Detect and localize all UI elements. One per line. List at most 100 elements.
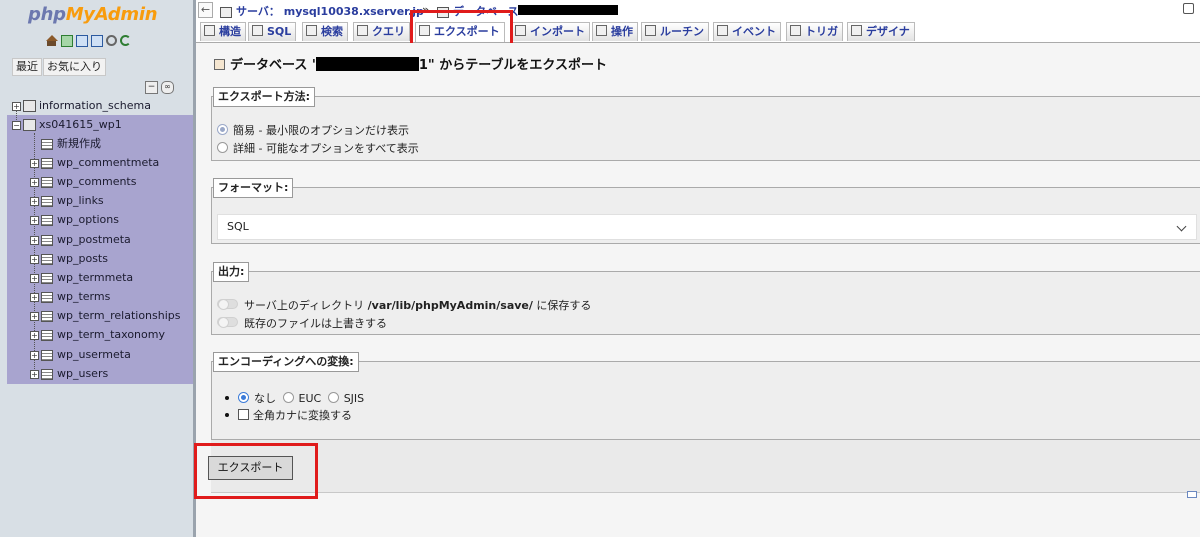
tree-table-item[interactable]: + wp_term_relationships (30, 306, 181, 325)
nav-icon-bar (46, 35, 131, 49)
table-icon (41, 195, 53, 207)
query-icon (357, 25, 368, 36)
encoding-fieldset: エンコーディングへの変換: なし EUC SJIS 全角カナに変換する (211, 352, 1200, 440)
encoding-options: なし EUC SJIS (225, 390, 364, 406)
table-icon (41, 329, 53, 341)
tree-table-item[interactable]: + wp_options (30, 210, 119, 229)
routines-icon (645, 25, 656, 36)
export-button-bar (211, 440, 1200, 493)
docs-icon[interactable] (76, 35, 88, 47)
tab-operations[interactable]: 操作 (592, 22, 638, 41)
save-on-server-toggle[interactable] (217, 299, 238, 310)
encoding-none-radio[interactable] (238, 392, 249, 403)
save-on-server-option[interactable]: サーバ上のディレクトリ /var/lib/phpMyAdmin/save/ に保… (217, 297, 591, 313)
reload-icon[interactable] (120, 35, 131, 46)
redacted-database-name (315, 57, 419, 71)
tab-triggers[interactable]: トリガ (786, 22, 843, 41)
table-icon (41, 214, 53, 226)
expand-icon[interactable]: + (30, 273, 39, 283)
favorites-button[interactable]: お気に入り (43, 58, 106, 76)
tree-table-item[interactable]: + wp_termmeta (30, 268, 133, 287)
tree-db-xs041615-wp1[interactable]: − xs041615_wp1 (12, 115, 122, 134)
help-icon[interactable] (91, 35, 103, 47)
tab-sql[interactable]: SQL (248, 22, 297, 41)
settings-icon[interactable] (106, 35, 117, 46)
tree-table-item[interactable]: + wp_postmeta (30, 230, 131, 249)
table-icon (41, 176, 53, 188)
collapse-all-icon[interactable]: − (145, 81, 158, 94)
breadcrumb-server[interactable]: サーバ： mysql10038.xserver.jp (220, 3, 424, 19)
kana-convert-checkbox[interactable] (238, 409, 249, 420)
tab-routines[interactable]: ルーチン (641, 22, 709, 41)
tab-search[interactable]: 検索 (302, 22, 348, 41)
tree-table-item[interactable]: + wp_users (30, 364, 108, 383)
radio-unchecked-icon[interactable] (217, 142, 228, 153)
navigation-panel: phpMyAdmin 最近 お気に入り − ∞ + information_sch… (0, 0, 193, 537)
expand-icon[interactable]: + (30, 235, 39, 245)
annotation-highlight-export-button (194, 443, 318, 499)
main-content: データベース ' 1" からテーブルをエクスポート エクスポート方法: 簡易 - … (196, 43, 1200, 537)
expand-icon[interactable]: + (30, 350, 39, 360)
export-method-legend: エクスポート方法: (213, 87, 316, 107)
collapse-icon[interactable]: − (12, 120, 21, 130)
expand-icon[interactable]: + (30, 196, 39, 206)
output-legend: 出力: (213, 262, 250, 282)
quick-export-radio[interactable]: 簡易 - 最小限のオプションだけ表示 (217, 122, 409, 138)
chevron-down-icon (1176, 221, 1187, 232)
table-icon (41, 234, 53, 246)
encoding-sjis-radio[interactable] (327, 392, 339, 403)
tree-db-information-schema[interactable]: + information_schema (12, 96, 151, 115)
expand-icon[interactable]: + (30, 292, 39, 302)
expand-icon[interactable]: + (30, 215, 39, 225)
tab-events[interactable]: イベント (713, 22, 781, 41)
overwrite-toggle[interactable] (217, 317, 238, 328)
table-icon (41, 272, 53, 284)
table-icon (41, 368, 53, 380)
tree-table-item[interactable]: + wp_posts (30, 249, 108, 268)
tree-table-item[interactable]: + wp_comments (30, 172, 136, 191)
page-title: データベース ' 1" からテーブルをエクスポート (214, 54, 607, 73)
expand-icon[interactable]: + (30, 311, 39, 321)
expand-icon[interactable]: + (30, 158, 39, 168)
expand-icon[interactable]: + (30, 254, 39, 264)
sql-query-icon[interactable] (61, 35, 73, 47)
database-icon (23, 100, 36, 112)
tree-new-table[interactable]: 新規作成 (41, 134, 101, 153)
expand-icon[interactable]: + (30, 177, 39, 187)
back-arrow-icon[interactable]: ← (198, 2, 213, 18)
table-icon (41, 310, 53, 322)
table-icon (41, 253, 53, 265)
tree-table-item[interactable]: + wp_usermeta (30, 345, 131, 364)
tree-table-item[interactable]: + wp_links (30, 191, 104, 210)
tree-table-item[interactable]: + wp_terms (30, 287, 110, 306)
tree-table-item[interactable]: + wp_term_taxonomy (30, 325, 165, 344)
radio-checked-icon[interactable] (217, 124, 228, 135)
expand-icon[interactable]: + (30, 330, 39, 340)
recent-button[interactable]: 最近 (12, 58, 42, 76)
settings-icon[interactable] (1183, 3, 1194, 14)
tab-structure[interactable]: 構造 (200, 22, 246, 41)
tab-designer[interactable]: デザイナ (847, 22, 915, 41)
phpmyadmin-logo[interactable]: phpMyAdmin (28, 4, 158, 25)
home-icon[interactable] (46, 35, 58, 47)
expand-icon[interactable]: + (30, 369, 39, 379)
scroll-indicator-icon[interactable] (1187, 491, 1197, 498)
format-select[interactable]: SQL (217, 214, 1197, 240)
operations-icon (596, 25, 607, 36)
link-with-main-icon[interactable]: ∞ (161, 81, 174, 94)
custom-export-radio[interactable]: 詳細 - 可能なオプションをすべて表示 (217, 140, 419, 156)
bullet-icon (225, 413, 229, 417)
redacted-database-name (518, 5, 618, 15)
tree-table-item[interactable]: + wp_commentmeta (30, 153, 159, 172)
table-icon (41, 349, 53, 361)
expand-icon[interactable]: + (12, 101, 21, 111)
tab-import[interactable]: インポート (511, 22, 590, 41)
export-method-fieldset: エクスポート方法: 簡易 - 最小限のオプションだけ表示 詳細 - 可能なオプシ… (211, 87, 1200, 161)
format-legend: フォーマット: (213, 178, 294, 198)
encoding-euc-radio[interactable] (282, 392, 294, 403)
events-icon (717, 25, 728, 36)
tab-query[interactable]: クエリ (353, 22, 410, 41)
kana-convert-option[interactable]: 全角カナに変換する (225, 407, 352, 423)
overwrite-option[interactable]: 既存のファイルは上書きする (217, 315, 387, 331)
tab-bar: 構造 SQL 検索 クエリ エクスポート インポート 操作 ルーチン イベント … (196, 20, 1200, 43)
